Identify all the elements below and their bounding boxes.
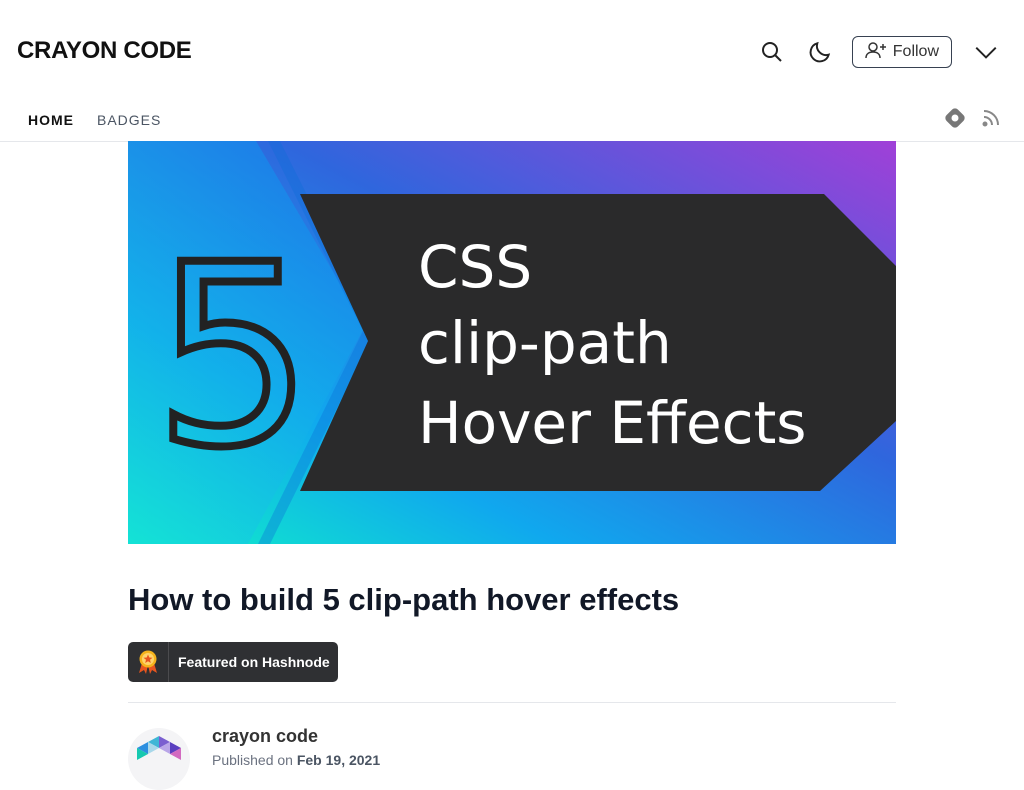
follow-label: Follow — [892, 43, 939, 60]
article-title: How to build 5 clip-path hover effects — [128, 582, 680, 617]
featured-label: Featured on Hashnode — [178, 654, 330, 670]
author-name[interactable]: crayon code — [212, 726, 318, 747]
nav-item-home[interactable]: HOME — [28, 112, 74, 128]
header-actions: Follow — [754, 33, 1024, 71]
cover-image: 5 CSS clip-path Hover Effects — [128, 141, 896, 544]
published-date: Published on Feb 19, 2021 — [212, 752, 380, 768]
cover-line2: clip-path — [418, 309, 672, 377]
blog-brand[interactable]: CRAYON CODE — [17, 37, 192, 65]
nav-icons — [944, 107, 1002, 129]
follow-button[interactable]: Follow — [851, 36, 952, 68]
nav-item-badges[interactable]: BADGES — [97, 112, 161, 128]
add-user-icon — [865, 41, 887, 64]
featured-badge[interactable]: Featured on Hashnode — [128, 642, 338, 682]
blog-nav: HOME BADGES — [0, 103, 1024, 142]
published-prefix: Published on — [212, 752, 293, 768]
site-header: CRAYON CODE Follow — [0, 0, 1024, 103]
cover-number: 5 — [154, 211, 313, 502]
chevron-down-icon[interactable] — [968, 34, 1004, 70]
moon-icon[interactable] — [802, 34, 838, 70]
search-icon[interactable] — [754, 34, 790, 70]
divider — [128, 702, 896, 703]
author-avatar[interactable] — [128, 728, 190, 790]
cover-line1: CSS — [418, 233, 532, 301]
hashnode-icon[interactable] — [944, 107, 966, 129]
award-icon — [128, 642, 169, 682]
cover-line3: Hover Effects — [418, 389, 807, 457]
rss-icon[interactable] — [980, 107, 1002, 129]
published-date-value: Feb 19, 2021 — [296, 752, 381, 768]
